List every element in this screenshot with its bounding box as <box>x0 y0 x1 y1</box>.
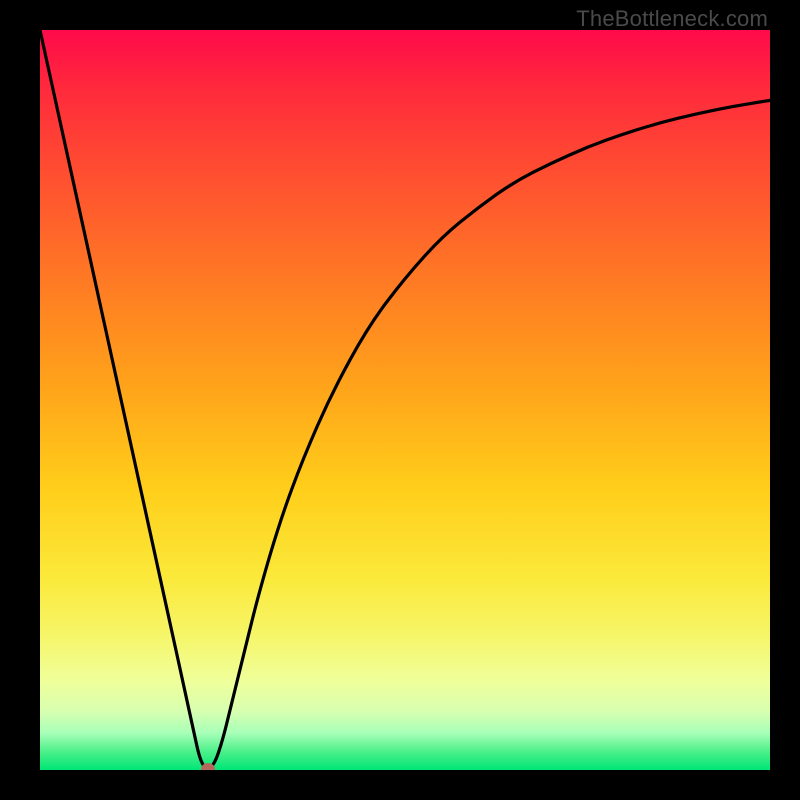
watermark-text: TheBottleneck.com <box>576 6 768 32</box>
chart-frame: TheBottleneck.com <box>0 0 800 800</box>
curve-line <box>40 30 770 770</box>
min-point-marker <box>201 763 215 770</box>
plot-area <box>40 30 770 770</box>
